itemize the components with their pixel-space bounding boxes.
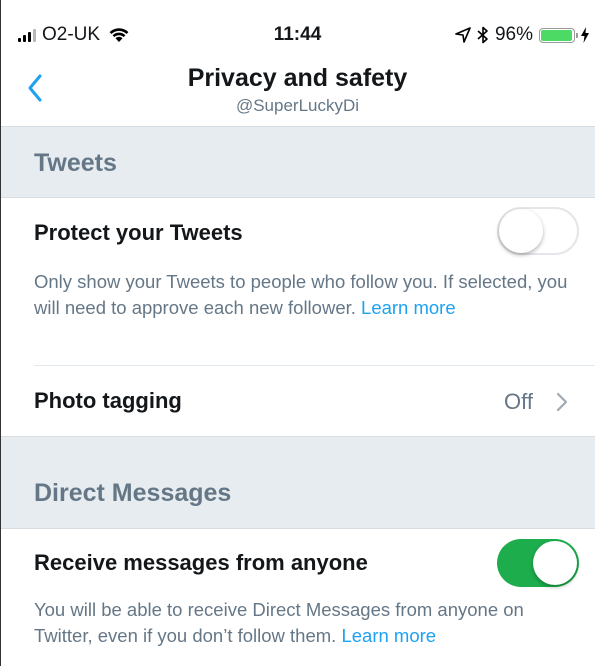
status-right: 96%: [455, 24, 589, 46]
account-handle: @SuperLuckyDi: [235, 96, 360, 115]
chevron-right-icon: [556, 392, 568, 412]
receive-messages-title: Receive messages from anyone: [34, 550, 368, 575]
charging-bolt-icon: [581, 27, 589, 43]
photo-tagging-row[interactable]: Photo tagging Off: [0, 366, 595, 436]
receive-messages-description: You will be able to receive Direct Messa…: [34, 597, 574, 649]
protect-tweets-description: Only show your Tweets to people who foll…: [34, 269, 574, 321]
page-title: Privacy and safety: [187, 64, 408, 92]
receive-messages-description-text: You will be able to receive Direct Messa…: [34, 599, 524, 646]
photo-tagging-value: Off: [504, 389, 533, 414]
battery-percent: 96%: [494, 24, 533, 45]
battery-fill: [541, 29, 572, 41]
section-header-tweets: Tweets: [0, 127, 595, 198]
receive-messages-toggle[interactable]: [497, 539, 579, 587]
section-header-direct-messages: Direct Messages: [0, 436, 595, 529]
photo-tagging-title: Photo tagging: [34, 388, 182, 413]
section-title: Direct Messages: [34, 479, 232, 507]
protect-tweets-title: Protect your Tweets: [34, 220, 243, 245]
section-title: Tweets: [34, 149, 117, 177]
privacy-screen: O2-UK 11:44 96% Privacy and safety @Supe…: [0, 0, 595, 666]
toggle-knob: [499, 209, 543, 253]
battery-icon: [539, 27, 578, 43]
status-bar: O2-UK 11:44 96%: [0, 0, 595, 52]
screenshot-edge: [0, 0, 1, 666]
learn-more-link[interactable]: Learn more: [361, 297, 456, 318]
protect-tweets-description-text: Only show your Tweets to people who foll…: [34, 271, 568, 318]
location-arrow-icon: [455, 27, 471, 43]
protect-tweets-toggle[interactable]: [497, 207, 579, 255]
learn-more-link[interactable]: Learn more: [341, 625, 436, 646]
toggle-knob: [533, 541, 577, 585]
navigation-bar: Privacy and safety @SuperLuckyDi: [0, 52, 595, 127]
bluetooth-icon: [477, 26, 488, 44]
